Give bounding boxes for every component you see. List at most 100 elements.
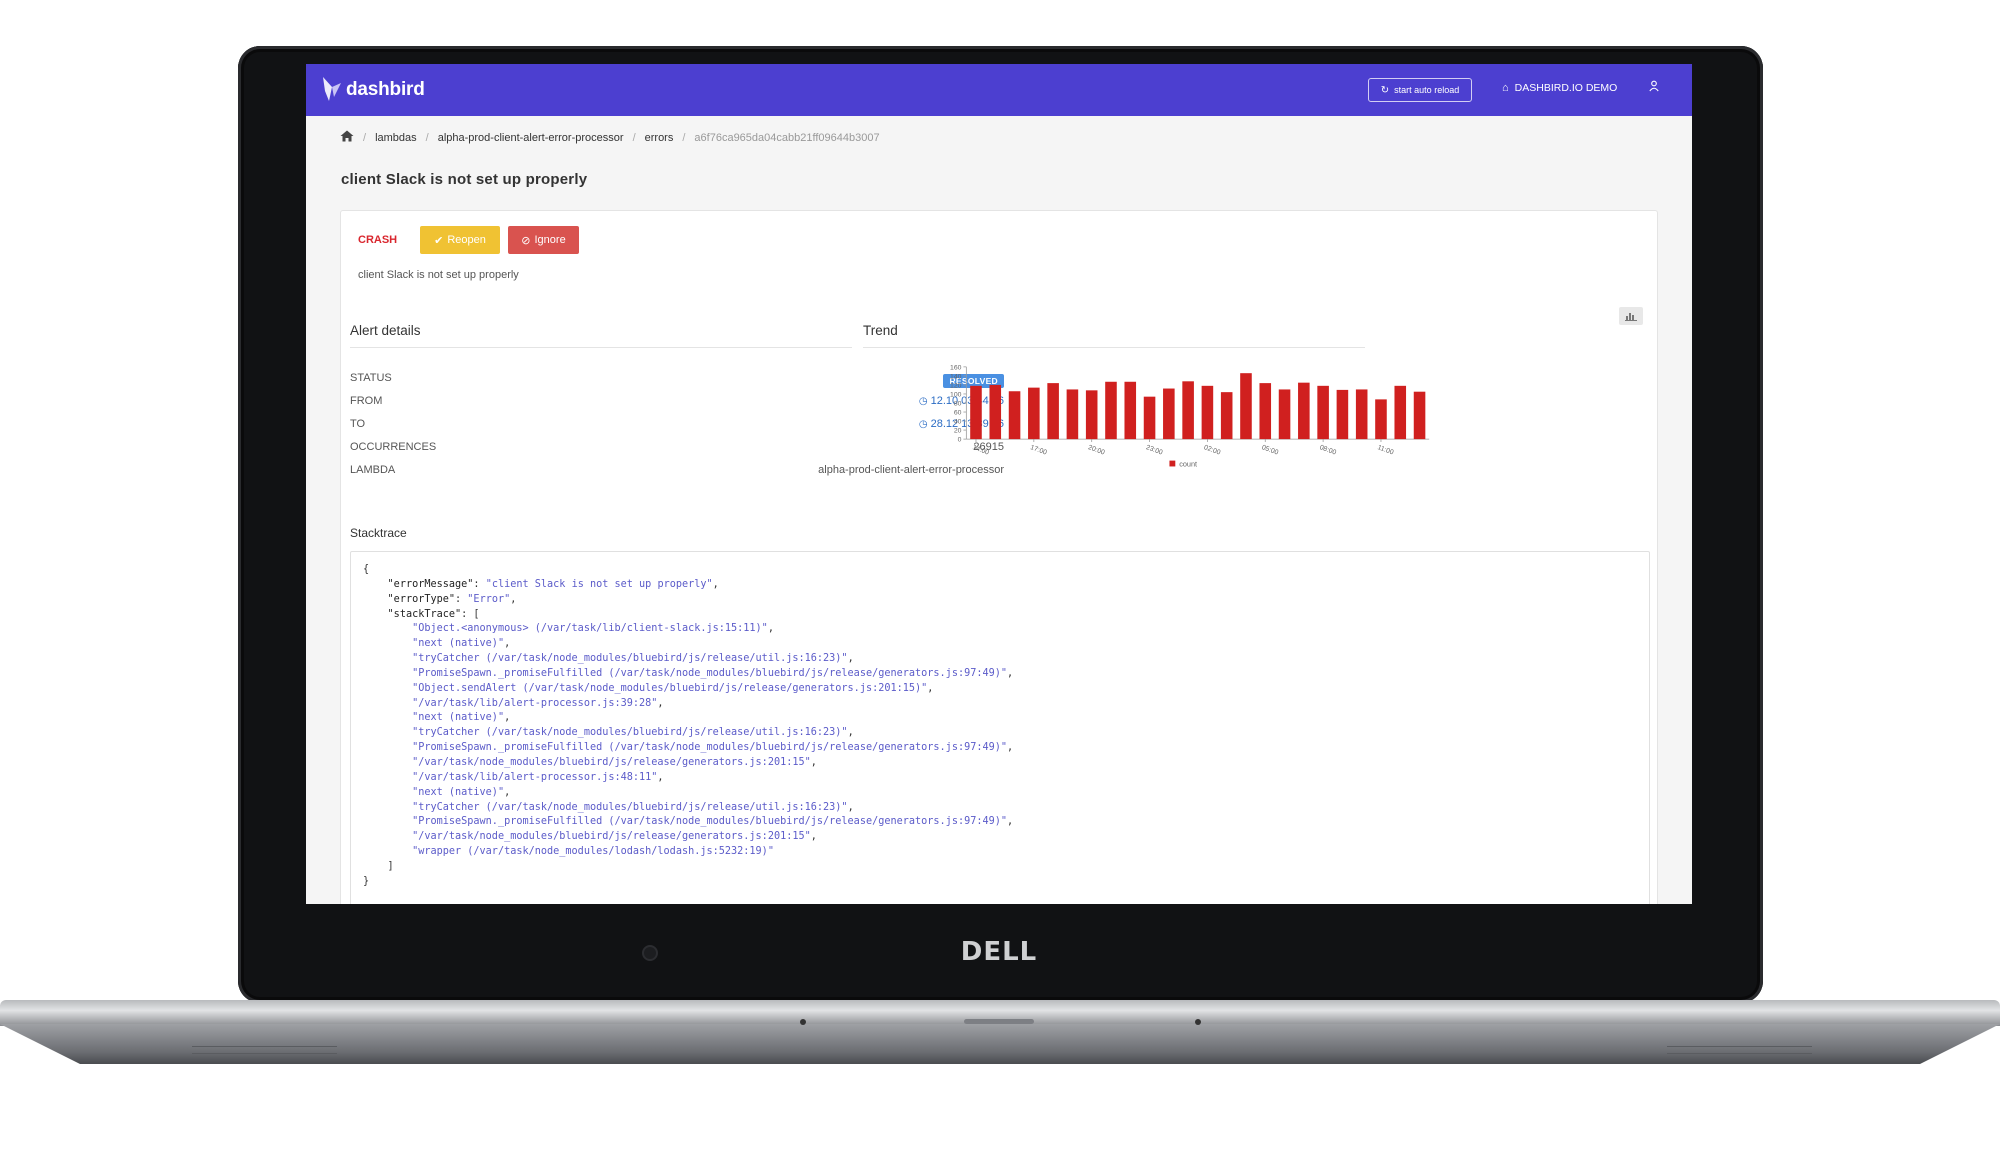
- trend-bar: [1143, 396, 1156, 440]
- trend-bar: [1066, 389, 1079, 440]
- trend-bar: [1085, 390, 1098, 440]
- breadcrumb-lambda-name[interactable]: alpha-prod-client-alert-error-processor: [438, 132, 624, 144]
- trend-bar: [1028, 387, 1040, 440]
- page-title: client Slack is not set up properly: [341, 171, 588, 188]
- ignore-button[interactable]: ⊘ Ignore: [508, 226, 579, 254]
- breadcrumb: / lambdas / alpha-prod-client-alert-erro…: [340, 130, 880, 145]
- trend-bar: [1008, 391, 1021, 440]
- stack-frame: "tryCatcher (/var/task/node_modules/blue…: [412, 727, 848, 739]
- breadcrumb-separator: /: [425, 131, 429, 144]
- stack-frame: "/var/task/node_modules/bluebird/js/rele…: [412, 831, 811, 843]
- trend-bar: [1047, 383, 1059, 440]
- status-label: STATUS: [350, 372, 392, 384]
- section-divider: [350, 347, 852, 348]
- trend-bar: [1336, 389, 1349, 440]
- check-icon: ✔: [434, 234, 444, 247]
- y-tick-label: 120: [950, 382, 962, 389]
- lambda-label: LAMBDA: [350, 464, 396, 476]
- lid-notch: [964, 1019, 1034, 1024]
- trend-chart: 0 20 40 60 80 100 120 140 160 14:00 17:00 20:00 23:0…: [950, 364, 1430, 468]
- y-tick-label: 100: [950, 391, 962, 398]
- stack-frame: "PromiseSpawn._promiseFulfilled (/var/ta…: [412, 816, 1008, 828]
- trend-bar: [989, 384, 1002, 440]
- error-detail-card: CRASH ✔ Reopen ⊘ Ignore client Slack is …: [340, 210, 1658, 904]
- breadcrumb-separator: /: [363, 131, 367, 144]
- x-tick-label: 14:00: [971, 444, 990, 456]
- y-tick-label: 80: [954, 400, 962, 407]
- y-tick-label: 0: [958, 437, 962, 444]
- stack-frame: "PromiseSpawn._promiseFulfilled (/var/ta…: [412, 667, 1008, 679]
- trend-bar: [1163, 388, 1175, 440]
- trend-bar: [1105, 381, 1117, 440]
- error-type-value: "Error": [467, 593, 511, 605]
- breadcrumb-error-id: a6f76ca965da04cabb21ff09644b3007: [694, 131, 880, 144]
- webcam: [642, 945, 658, 961]
- y-tick-label: 60: [954, 409, 962, 416]
- stacktrace-code: { "errorMessage": "client Slack is not s…: [363, 564, 1014, 887]
- reopen-label: Reopen: [447, 234, 486, 246]
- ignore-label: Ignore: [534, 234, 566, 246]
- x-tick-label: 08:00: [1319, 444, 1338, 456]
- trend-bar: [1394, 385, 1407, 440]
- stack-frame: "/var/task/node_modules/bluebird/js/rele…: [412, 756, 811, 768]
- breadcrumb-separator: /: [632, 131, 636, 144]
- stack-frame: "tryCatcher (/var/task/node_modules/blue…: [412, 801, 848, 813]
- breadcrumb-separator: /: [682, 131, 686, 144]
- laptop-base: [0, 1024, 2000, 1064]
- stack-frame: "/var/task/lib/alert-processor.js:48:11": [412, 771, 658, 783]
- device-brand-logo: DELL: [960, 937, 1038, 967]
- stacktrace-title: Stacktrace: [350, 526, 407, 540]
- stack-frame: "wrapper (/var/task/node_modules/lodash/…: [412, 846, 774, 858]
- bar-chart-icon[interactable]: [1619, 307, 1643, 325]
- stack-frame: "tryCatcher (/var/task/node_modules/blue…: [412, 653, 848, 665]
- logo-text: dashbird: [346, 79, 425, 100]
- legend-label: count: [1179, 459, 1197, 468]
- hinge-screw: [800, 1019, 806, 1025]
- x-tick-label: 11:00: [1376, 444, 1394, 456]
- app-screen: dashbird ↻ start auto reload ⌂ DASHBIRD.…: [306, 64, 1692, 904]
- legend-swatch: [1169, 460, 1176, 467]
- trend-bar: [1220, 392, 1233, 440]
- breadcrumb-errors[interactable]: errors: [645, 132, 674, 144]
- error-message-value: "client Slack is not set up properly": [485, 578, 713, 590]
- account-name: DASHBIRD.IO DEMO: [1514, 82, 1618, 94]
- stack-frame: "/var/task/lib/alert-processor.js:39:28": [412, 697, 658, 709]
- dashbird-logo[interactable]: dashbird: [321, 73, 425, 107]
- x-tick-label: 23:00: [1145, 444, 1164, 456]
- y-tick-label: 40: [954, 418, 962, 425]
- stack-frame: "next (native)": [412, 786, 505, 798]
- trend-bar: [1413, 391, 1426, 440]
- stack-frame: "next (native)": [412, 712, 505, 724]
- to-label: TO: [350, 418, 366, 430]
- trend-bar: [1355, 389, 1368, 440]
- x-tick-label: 02:00: [1203, 444, 1222, 456]
- trend-bar: [1298, 382, 1310, 440]
- error-type-badge: CRASH: [358, 234, 398, 246]
- stack-frame: "next (native)": [412, 638, 505, 650]
- json-key: "errorType": [387, 593, 456, 605]
- home-icon[interactable]: [340, 130, 354, 145]
- account-switcher[interactable]: ⌂ DASHBIRD.IO DEMO: [1502, 82, 1617, 94]
- start-auto-reload-button[interactable]: ↻ start auto reload: [1368, 78, 1472, 102]
- stack-frame: "Object.sendAlert (/var/task/node_module…: [412, 682, 928, 694]
- hinge-screw: [1195, 1019, 1201, 1025]
- app-header: dashbird ↻ start auto reload ⌂ DASHBIRD.…: [306, 64, 1692, 116]
- stack-frame: "Object.<anonymous> (/var/task/lib/clien…: [412, 623, 768, 635]
- stack-frame: "PromiseSpawn._promiseFulfilled (/var/ta…: [412, 742, 1008, 754]
- y-tick-label: 20: [954, 428, 962, 435]
- reopen-button[interactable]: ✔ Reopen: [420, 226, 500, 254]
- breadcrumb-lambdas[interactable]: lambdas: [375, 132, 417, 144]
- speaker-vent: [192, 1046, 337, 1054]
- json-key: "stackTrace": [387, 608, 462, 620]
- error-description: client Slack is not set up properly: [358, 269, 519, 281]
- reload-icon: ↻: [1380, 84, 1390, 96]
- trend-bar: [1375, 399, 1387, 440]
- stacktrace-panel[interactable]: { "errorMessage": "client Slack is not s…: [350, 551, 1650, 904]
- occurrences-label: OCCURRENCES: [350, 441, 437, 453]
- alert-details-title: Alert details: [350, 323, 421, 338]
- trend-bar: [1259, 383, 1272, 440]
- y-tick-label: 140: [950, 373, 962, 380]
- bird-logo-icon: [323, 77, 341, 101]
- user-icon[interactable]: [1648, 80, 1660, 95]
- trend-bar: [1317, 385, 1329, 440]
